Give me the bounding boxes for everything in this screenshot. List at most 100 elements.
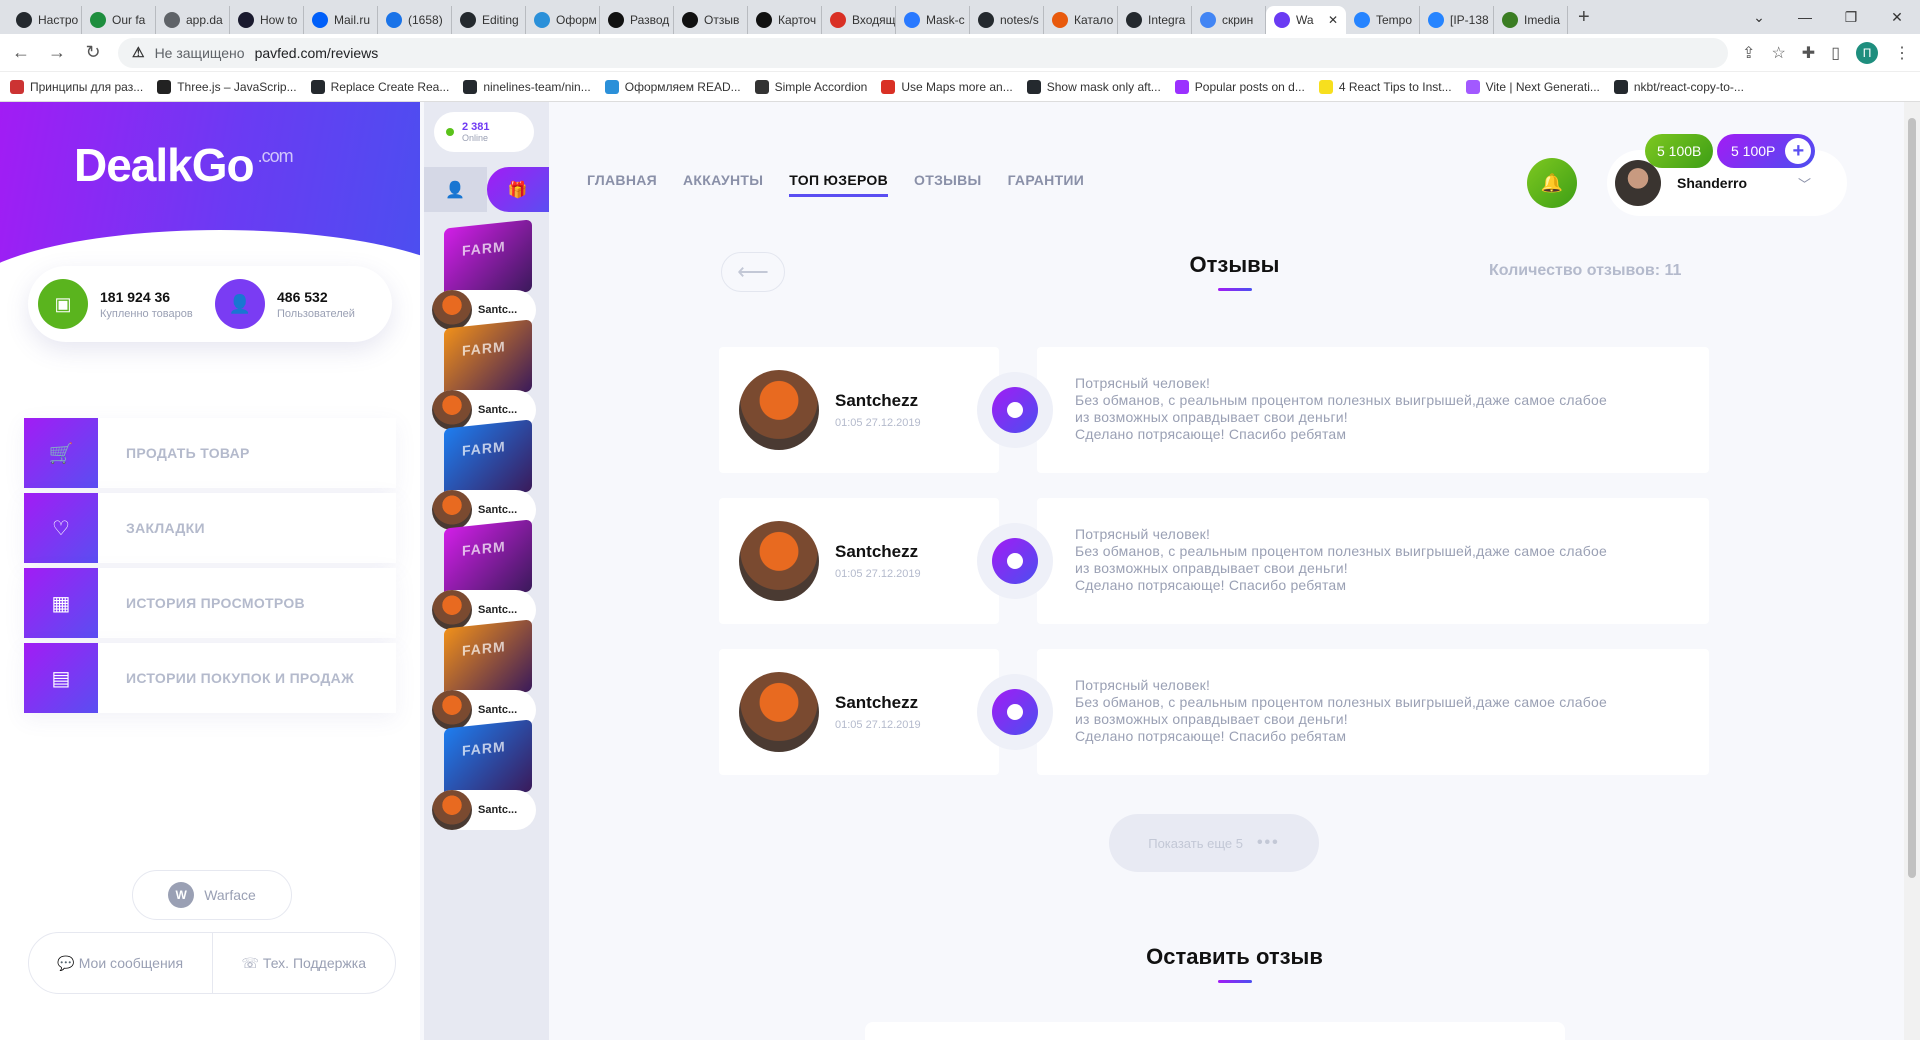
sidepanel-icon[interactable]: ▯: [1831, 43, 1840, 63]
gift-icon[interactable]: 🎁: [486, 167, 549, 212]
browser-tab[interactable]: Wa ✕: [1266, 6, 1346, 34]
maximize-icon[interactable]: ❐: [1828, 0, 1874, 34]
chevron-down-icon[interactable]: ﹀: [1798, 174, 1811, 193]
connector-inner: [1007, 704, 1023, 720]
browser-tab[interactable]: Настро: [8, 6, 82, 34]
browser-tab[interactable]: Отзыв: [674, 6, 748, 34]
extensions-icon[interactable]: ✚: [1802, 43, 1815, 63]
notification-bell-icon[interactable]: 🔔: [1527, 158, 1577, 208]
browser-tab[interactable]: Карточ: [748, 6, 822, 34]
bookmark-item[interactable]: Use Maps more an...: [881, 79, 1013, 94]
bookmark-item[interactable]: Оформляем READ...: [604, 79, 741, 94]
warning-icon[interactable]: ⚠: [132, 44, 145, 61]
browser-tab[interactable]: How to: [230, 6, 304, 34]
browser-tab[interactable]: Оформ: [526, 6, 600, 34]
scrollbar-thumb[interactable]: [1908, 118, 1916, 878]
show-more-button[interactable]: Показать еще 5 •••: [1109, 814, 1319, 872]
browser-tab[interactable]: [IP-138: [1420, 6, 1494, 34]
browser-tab[interactable]: app.da: [156, 6, 230, 34]
review-item: Santchezz 01:05 27.12.2019 Потрясный челов…: [719, 649, 1709, 775]
support-link[interactable]: ☏ Тех. Поддержка: [213, 955, 396, 972]
bookmark-item[interactable]: Three.js – JavaScrip...: [157, 79, 297, 94]
browser-tab[interactable]: Editing: [452, 6, 526, 34]
grid-icon: ▦: [24, 568, 98, 638]
tab-search-icon[interactable]: ⌄: [1736, 0, 1782, 34]
menu-icon[interactable]: ⋮: [1894, 43, 1910, 63]
balance-primary[interactable]: 5 100В: [1645, 134, 1714, 168]
browser-tab[interactable]: notes/s: [970, 6, 1044, 34]
feed-item[interactable]: FARM Santc...: [432, 419, 542, 532]
site-logo[interactable]: DealkGo .com: [74, 138, 294, 192]
sidebar-menu-item[interactable]: ♡ ЗАКЛАДКИ: [24, 493, 396, 563]
cart-icon: 🛒: [24, 418, 98, 488]
review-author-card[interactable]: Santchezz 01:05 27.12.2019: [719, 347, 999, 473]
browser-tab[interactable]: Mask-c: [896, 6, 970, 34]
profile-avatar[interactable]: П: [1856, 41, 1878, 64]
user-icon[interactable]: 👤: [424, 167, 487, 212]
share-icon[interactable]: ⇪: [1742, 43, 1755, 63]
new-tab-button[interactable]: +: [1578, 6, 1590, 29]
scrollbar[interactable]: [1904, 102, 1920, 1040]
add-funds-icon[interactable]: +: [1785, 138, 1812, 164]
reviews-title: Отзывы: [549, 252, 1920, 291]
bookmark-label: Replace Create Rea...: [330, 79, 450, 94]
bookmark-item[interactable]: Show mask only aft...: [1026, 79, 1161, 94]
forward-icon[interactable]: →: [46, 42, 68, 63]
game-selector[interactable]: W Warface: [132, 870, 292, 920]
sidebar-menu-item[interactable]: 🛒 ПРОДАТЬ ТОВАР: [24, 418, 396, 488]
tab-label: Настро: [38, 13, 79, 27]
feed-item[interactable]: FARM Santc...: [432, 619, 542, 732]
tab-label: Integra: [1148, 13, 1186, 27]
nav-link[interactable]: ОТЗЫВЫ: [914, 172, 982, 197]
feed-item[interactable]: FARM Santc...: [432, 319, 542, 432]
review-author-card[interactable]: Santchezz 01:05 27.12.2019: [719, 498, 999, 624]
tab-favicon-icon: [1502, 12, 1518, 28]
close-window-icon[interactable]: ✕: [1874, 0, 1920, 34]
review-date: 01:05 27.12.2019: [835, 568, 921, 580]
browser-tab[interactable]: Входящ: [822, 6, 896, 34]
feed-user-name: Santc...: [478, 604, 518, 616]
bookmark-item[interactable]: Replace Create Rea...: [310, 79, 450, 94]
bookmark-item[interactable]: Simple Accordion: [754, 79, 867, 94]
messages-link[interactable]: 💬 Мои сообщения: [29, 955, 212, 972]
browser-tab[interactable]: Tempo: [1346, 6, 1420, 34]
review-form[interactable]: [865, 1022, 1565, 1040]
url-bar[interactable]: ⚠ Не защищено pavfed.com/reviews: [118, 37, 1729, 68]
review-author-card[interactable]: Santchezz 01:05 27.12.2019: [719, 649, 999, 775]
close-icon[interactable]: ✕: [1328, 13, 1338, 27]
tab-favicon-icon: [1274, 12, 1290, 28]
feed-item[interactable]: FARM Santc...: [432, 719, 542, 832]
browser-tab[interactable]: Our fa: [82, 6, 156, 34]
balance-secondary[interactable]: 5 100Р +: [1717, 134, 1816, 168]
browser-tab[interactable]: скрин: [1192, 6, 1266, 34]
reload-icon[interactable]: ↻: [82, 42, 104, 63]
feed-item[interactable]: FARM Santc...: [432, 519, 542, 632]
browser-tab[interactable]: Imedia: [1494, 6, 1568, 34]
nav-link[interactable]: ТОП ЮЗЕРОВ: [789, 172, 889, 197]
nav-link[interactable]: АККАУНТЫ: [683, 172, 763, 197]
sidebar-menu-item[interactable]: ▦ ИСТОРИЯ ПРОСМОТРОВ: [24, 568, 396, 638]
bookmark-label: nkbt/react-copy-to-...: [1633, 79, 1744, 94]
browser-tab[interactable]: Mail.ru: [304, 6, 378, 34]
nav-link[interactable]: ГАРАНТИИ: [1008, 172, 1085, 197]
feed-item[interactable]: FARM Santc...: [432, 219, 542, 332]
bookmark-item[interactable]: 4 React Tips to Inst...: [1318, 79, 1452, 94]
bookmark-item[interactable]: Popular posts on d...: [1174, 79, 1305, 94]
bookmark-item[interactable]: nkbt/react-copy-to-...: [1613, 79, 1744, 94]
tab-favicon-icon: [1354, 12, 1370, 28]
star-icon[interactable]: ☆: [1771, 43, 1785, 63]
url-text[interactable]: pavfed.com/reviews: [255, 45, 379, 61]
show-more-label: Показать еще 5: [1148, 835, 1243, 851]
bookmark-item[interactable]: Vite | Next Generati...: [1465, 79, 1600, 94]
window-controls: ⌄ — ❐ ✕: [1736, 0, 1920, 34]
nav-link[interactable]: ГЛАВНАЯ: [587, 172, 657, 197]
minimize-icon[interactable]: —: [1782, 0, 1828, 34]
sidebar-menu-item[interactable]: ▤ ИСТОРИИ ПОКУПОК И ПРОДАЖ: [24, 643, 396, 713]
browser-tab[interactable]: Развод: [600, 6, 674, 34]
bookmark-item[interactable]: ninelines-team/nin...: [463, 79, 591, 94]
bookmark-item[interactable]: Принципы для раз...: [10, 79, 143, 94]
browser-tab[interactable]: (1658): [378, 6, 452, 34]
browser-tab[interactable]: Integra: [1118, 6, 1192, 34]
back-icon[interactable]: ←: [10, 42, 32, 63]
browser-tab[interactable]: Катало: [1044, 6, 1118, 34]
